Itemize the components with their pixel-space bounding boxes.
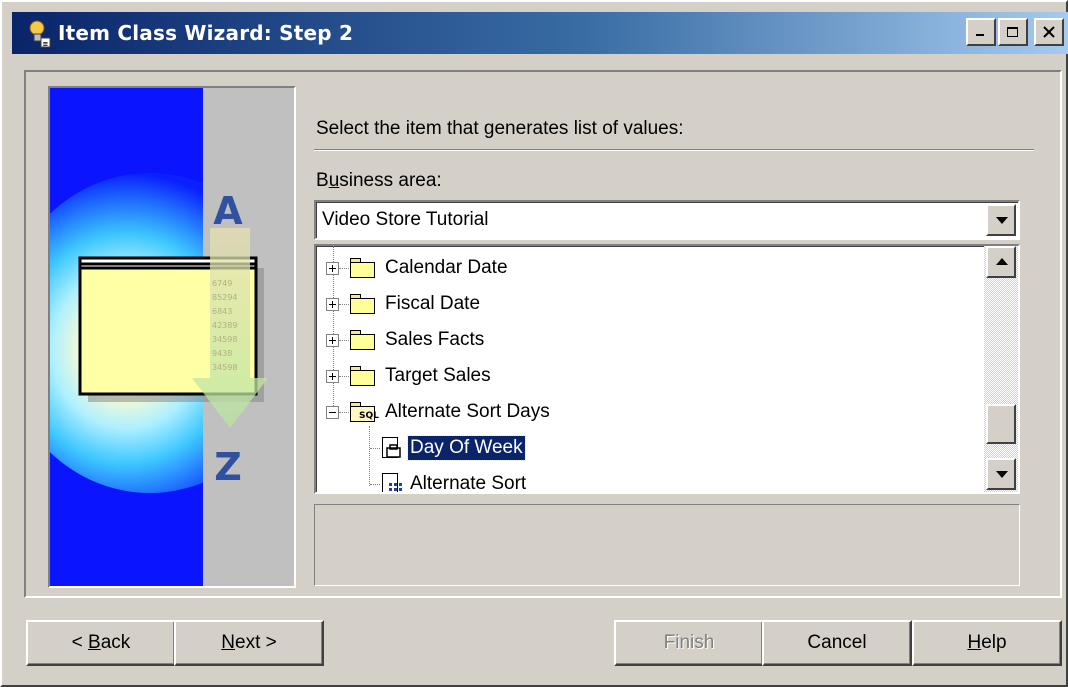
maximize-icon [1007,27,1018,37]
tree-content: Calendar Date Fiscal Date Sales Facts Ta… [316,246,984,492]
sort-letter-a: A [213,189,243,233]
numeric-item-icon [380,472,404,492]
collapse-icon[interactable] [326,405,339,419]
close-icon [1043,26,1055,38]
chevron-down-icon [996,471,1008,478]
business-area-label: Business area: [316,170,442,192]
minimize-button[interactable] [966,18,996,46]
tree-connector [339,411,349,413]
tree-node-label: Calendar Date [385,257,508,278]
svg-text:≡: ≡ [43,40,49,48]
back-button[interactable]: < Back [26,620,176,666]
chevron-down-icon [996,217,1008,224]
minimize-icon [976,34,984,36]
tree-scrollbar[interactable] [984,246,1018,492]
folder-icon [349,257,377,279]
business-area-label-end: siness area: [339,170,442,191]
tree-connector [339,267,349,269]
close-button[interactable] [1034,18,1064,46]
illustration-number: 6843 [212,307,232,316]
separator-line [314,149,1034,151]
instruction-text: Select the item that generates list of v… [316,118,684,139]
illustration-number: 34598 [212,335,237,344]
illustration-number: 34598 [212,363,237,372]
window-controls [966,18,1064,46]
back-label: < Back [72,632,131,654]
tree-connector [370,447,380,449]
back-label-start: < [71,632,89,653]
tree-item-alternate-sort[interactable]: Alternate Sort [370,467,528,494]
tree-node-label: Sales Facts [385,329,485,350]
next-label-end: ext > [235,632,277,653]
back-label-end: ack [100,632,131,653]
folder-icon [349,365,377,387]
finish-button[interactable]: Finish [614,620,764,666]
scroll-down-button[interactable] [986,458,1016,490]
illustration-number: 42389 [212,321,237,330]
wizard-app-icon: ≡ [26,18,52,48]
tree-folder-fiscal-date[interactable]: Fiscal Date [326,287,482,321]
business-area-label-start: B [316,170,329,191]
sql-badge: SQL [359,411,379,421]
tree-node-label: Alternate Sort [410,473,527,494]
tree-item-day-of-week[interactable]: Day Of Week [370,431,526,465]
business-area-dropdown[interactable]: Video Store Tutorial [314,200,1020,240]
item-tree[interactable]: Calendar Date Fiscal Date Sales Facts Ta… [314,244,1020,494]
window-title: Item Class Wizard: Step 2 [58,21,354,45]
expand-icon[interactable] [326,333,339,347]
next-label: Next > [221,632,276,654]
folder-icon [349,293,377,315]
help-label-end: elp [981,632,1007,653]
tree-connector [370,483,380,485]
tree-folder-alternate-sort-days[interactable]: SQL Alternate Sort Days [326,395,552,429]
tree-node-label: Fiscal Date [385,293,481,314]
expand-icon[interactable] [326,369,339,383]
help-mnemonic: H [967,632,982,653]
finish-label: Finish [663,632,715,653]
expand-icon[interactable] [326,297,339,311]
tree-node-label-selected: Day Of Week [407,435,526,461]
tree-connector [339,375,349,377]
scroll-thumb[interactable] [986,404,1016,444]
tree-connector [339,339,349,341]
tree-connector [339,303,349,305]
help-label: Help [967,632,1006,654]
tree-folder-target-sales[interactable]: Target Sales [326,359,493,393]
back-mnemonic: B [88,632,101,653]
sql-folder-icon: SQL [349,401,379,423]
illustration-number: 9438 [212,349,232,358]
maximize-button[interactable] [998,18,1028,46]
tree-folder-calendar-date[interactable]: Calendar Date [326,251,510,285]
help-button[interactable]: Help [912,620,1062,666]
description-panel [314,504,1020,586]
dropdown-button[interactable] [986,204,1016,236]
tree-node-label: Target Sales [385,365,491,386]
illustration-number: 6749 [212,279,232,288]
expand-icon[interactable] [326,261,339,275]
chevron-up-icon [996,258,1008,265]
tree-node-label: Alternate Sort Days [385,401,550,422]
wizard-window: ≡ Item Class Wizard: Step 2 A Z 6749 852… [0,0,1068,687]
cancel-button[interactable]: Cancel [762,620,912,666]
illustration-number: 85294 [212,293,237,302]
business-area-value: Video Store Tutorial [322,209,489,230]
business-area-mnemonic: u [328,170,340,191]
sort-letter-z: Z [214,445,242,489]
cancel-label: Cancel [807,632,867,653]
item-with-lov-icon [380,436,404,460]
next-button[interactable]: Next > [174,620,324,666]
next-mnemonic: N [221,632,235,653]
title-bar[interactable]: ≡ Item Class Wizard: Step 2 [12,12,1068,54]
tree-folder-sales-facts[interactable]: Sales Facts [326,323,486,357]
wizard-illustration: A Z 6749 85294 6843 42389 34598 9438 345… [48,86,296,588]
sort-illustration-graphic: A Z 6749 85294 6843 42389 34598 9438 345… [50,88,294,586]
scroll-up-button[interactable] [986,246,1016,278]
folder-icon [349,329,377,351]
